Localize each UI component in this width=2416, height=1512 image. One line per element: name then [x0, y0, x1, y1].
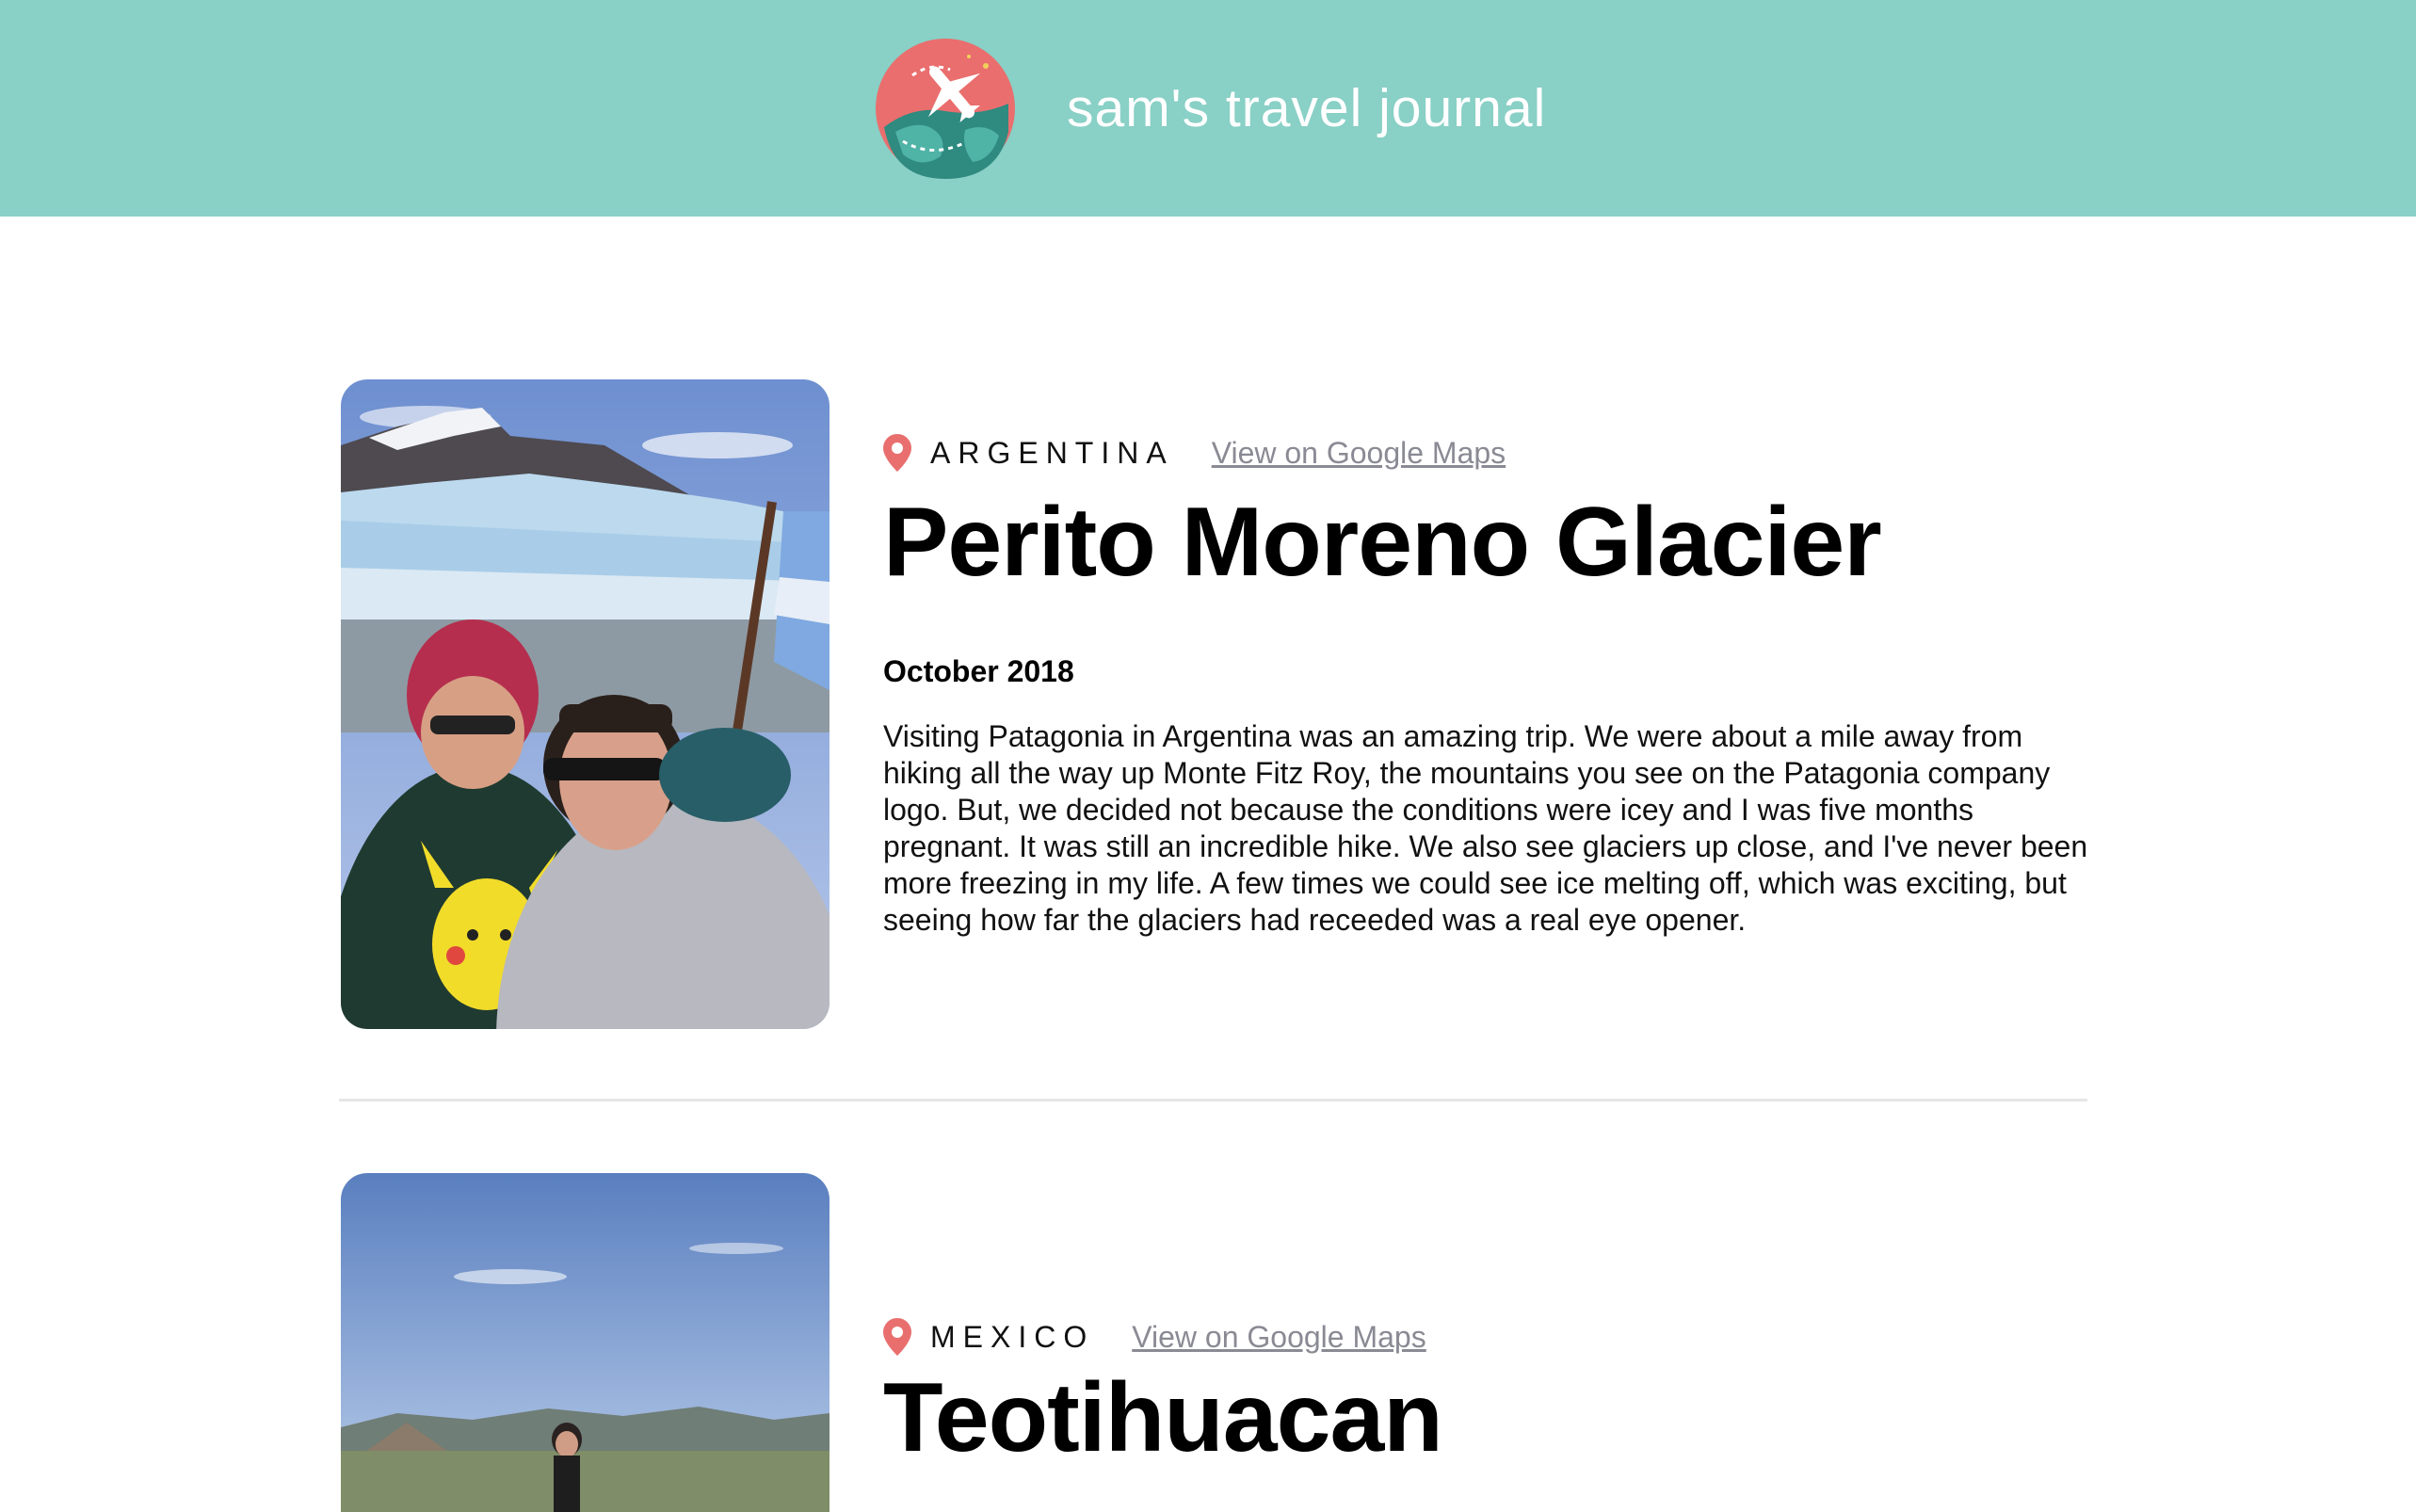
map-pin-icon	[883, 1318, 911, 1356]
country-label: MEXICO	[930, 1319, 1095, 1354]
entry-photo	[341, 379, 829, 1029]
journal-entry: ARGENTINA View on Google Maps Perito Mor…	[341, 379, 2088, 1038]
map-pin-icon	[883, 434, 911, 472]
globe-airplane-icon[interactable]	[875, 38, 1016, 179]
entry-divider	[339, 1099, 2087, 1102]
google-maps-link[interactable]: View on Google Maps	[1212, 436, 1506, 471]
entry-photo	[341, 1173, 829, 1512]
entry-date: October 2018	[883, 654, 1074, 688]
entry-title: Teotihuacan	[883, 1363, 1443, 1472]
location-row: ARGENTINA View on Google Maps	[883, 432, 1506, 474]
location-row: MEXICO View on Google Maps	[883, 1316, 1426, 1358]
google-maps-link[interactable]: View on Google Maps	[1132, 1320, 1425, 1355]
entry-title: Perito Moreno Glacier	[883, 488, 1882, 597]
country-label: ARGENTINA	[930, 435, 1174, 470]
entry-description: Visiting Patagonia in Argentina was an a…	[883, 719, 2088, 937]
journal-entry: MEXICO View on Google Maps Teotihuacan	[341, 1173, 2088, 1512]
site-title: sam's travel journal	[1067, 78, 1547, 138]
site-header: sam's travel journal	[0, 0, 2416, 217]
